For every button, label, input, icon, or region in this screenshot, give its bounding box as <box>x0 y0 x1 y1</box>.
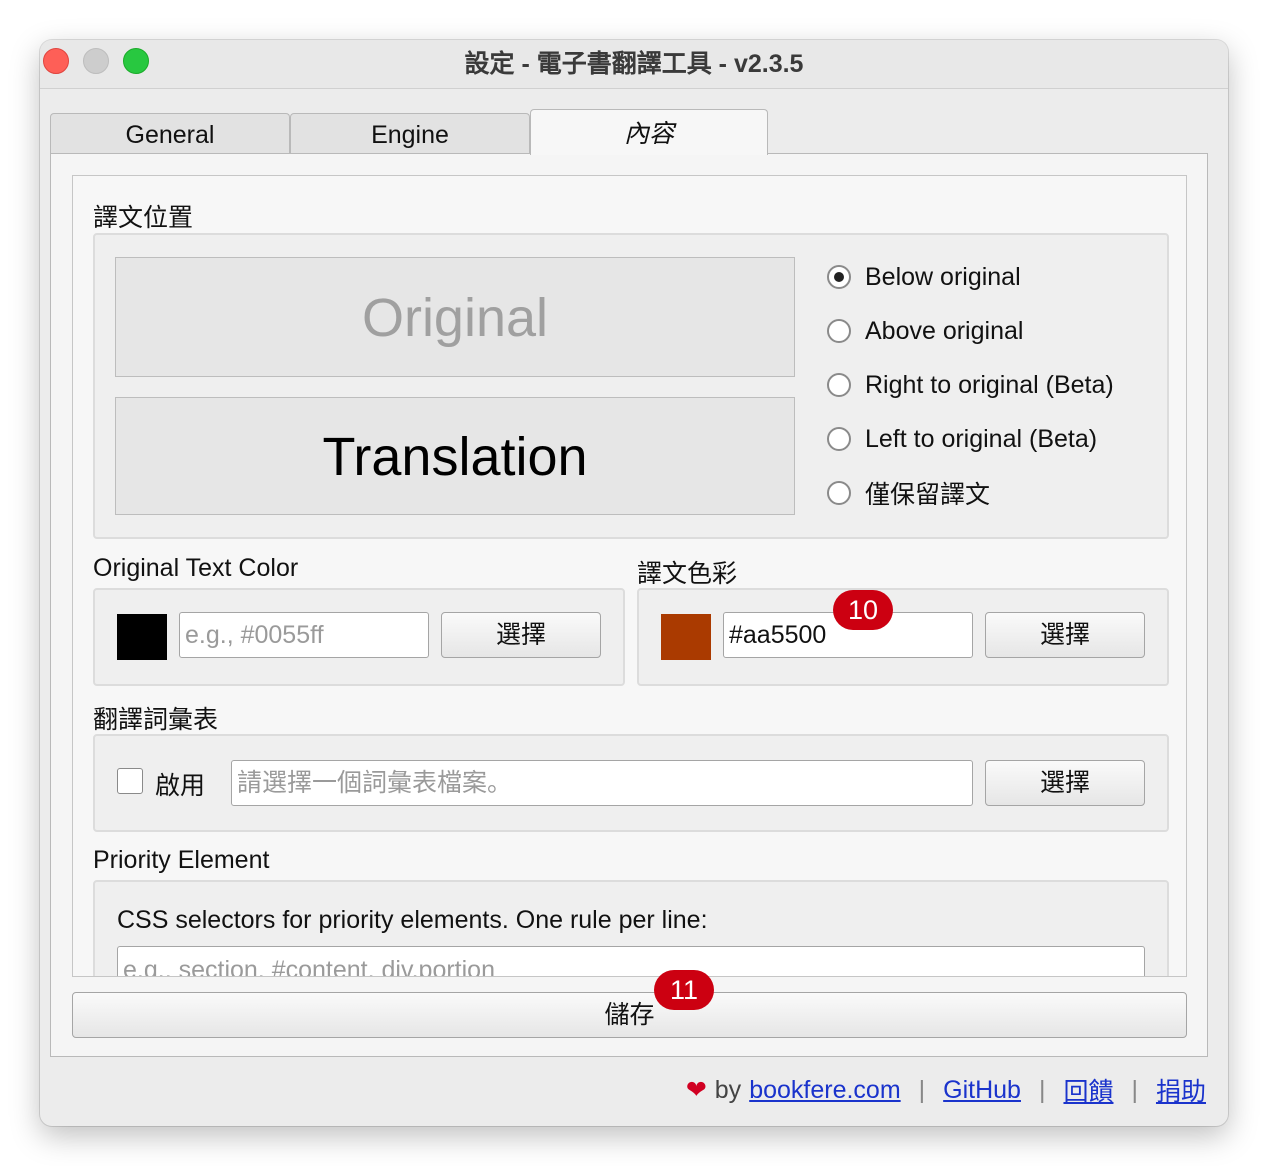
glossary-enable-label[interactable]: 啟用 <box>155 766 205 802</box>
priority-description: CSS selectors for priority elements. One… <box>117 906 708 934</box>
heart-icon: ❤ <box>685 1076 707 1104</box>
bookfere-link[interactable]: bookfere.com <box>749 1076 900 1105</box>
original-color-group: e.g., #0055ff 選擇 <box>93 588 625 686</box>
radio-label: Left to original (Beta) <box>865 424 1098 453</box>
radio-above-original[interactable]: Above original <box>827 311 1023 351</box>
glossary-select-button[interactable]: 選擇 <box>985 760 1145 806</box>
radio-label: Right to original (Beta) <box>865 370 1114 399</box>
priority-placeholder: e.g., section, #content, div.portion <box>123 956 495 977</box>
footer-by: by <box>714 1075 742 1104</box>
priority-selectors-textarea[interactable]: e.g., section, #content, div.portion <box>117 946 1145 977</box>
tab-pane: 譯文位置 Original Translation Below original… <box>50 153 1208 1057</box>
content-scroll-area[interactable]: 譯文位置 Original Translation Below original… <box>72 175 1187 977</box>
priority-group: CSS selectors for priority elements. One… <box>93 880 1169 977</box>
original-color-select-button[interactable]: 選擇 <box>441 612 601 658</box>
annotation-badge-10: 10 <box>833 590 893 630</box>
radio-button[interactable] <box>827 427 851 451</box>
footer-links: ❤ by bookfere.com | GitHub | 回饋 | 捐助 <box>686 1072 1206 1108</box>
window-title: 設定 - 電子書翻譯工具 - v2.3.5 <box>464 50 804 78</box>
preview-translation: Translation <box>115 397 795 515</box>
donate-link[interactable]: 捐助 <box>1156 1072 1206 1108</box>
original-color-input[interactable]: e.g., #0055ff <box>179 612 429 658</box>
original-color-swatch <box>117 614 167 660</box>
translation-color-swatch <box>661 614 711 660</box>
preview-original: Original <box>115 257 795 377</box>
position-group: Original Translation Below original Abov… <box>93 233 1169 539</box>
glossary-title: 翻譯詞彙表 <box>93 706 219 734</box>
radio-button-selected[interactable] <box>827 265 851 289</box>
glossary-file-input[interactable]: 請選擇一個詞彙表檔案。 <box>231 760 973 806</box>
radio-left-to-original[interactable]: Left to original (Beta) <box>827 419 1097 459</box>
radio-label: Above original <box>865 316 1024 345</box>
radio-below-original[interactable]: Below original <box>827 257 1021 297</box>
settings-window: 設定 - 電子書翻譯工具 - v2.3.5 General Engine 內容 … <box>40 40 1228 1126</box>
radio-button[interactable] <box>827 319 851 343</box>
radio-right-to-original[interactable]: Right to original (Beta) <box>827 365 1114 405</box>
translation-color-title: 譯文色彩 <box>637 560 738 588</box>
radio-button[interactable] <box>827 373 851 397</box>
tab-content[interactable]: 內容 <box>530 109 768 155</box>
position-section-title: 譯文位置 <box>93 204 194 232</box>
github-link[interactable]: GitHub <box>943 1076 1021 1105</box>
original-color-title: Original Text Color <box>93 554 299 582</box>
priority-title: Priority Element <box>93 846 270 874</box>
feedback-link[interactable]: 回饋 <box>1063 1072 1113 1108</box>
radio-label: 僅保留譯文 <box>865 481 991 509</box>
radio-translation-only[interactable]: 僅保留譯文 <box>827 473 990 513</box>
glossary-placeholder: 請選擇一個詞彙表檔案。 <box>237 769 513 797</box>
glossary-enable-checkbox[interactable] <box>117 768 143 794</box>
glossary-group: 啟用 請選擇一個詞彙表檔案。 選擇 <box>93 734 1169 832</box>
tab-engine[interactable]: Engine <box>290 113 530 153</box>
title-bar: 設定 - 電子書翻譯工具 - v2.3.5 <box>40 40 1228 89</box>
radio-button[interactable] <box>827 481 851 505</box>
translation-color-select-button[interactable]: 選擇 <box>985 612 1145 658</box>
footer-separator: | <box>1038 1075 1046 1104</box>
save-button[interactable]: 儲存 <box>72 992 1187 1038</box>
annotation-badge-11: 11 <box>654 970 714 1010</box>
radio-label: Below original <box>865 262 1021 291</box>
footer-separator: | <box>1131 1075 1138 1104</box>
footer-separator: | <box>918 1075 926 1104</box>
tab-general[interactable]: General <box>50 113 290 153</box>
original-color-placeholder: e.g., #0055ff <box>185 621 324 649</box>
translation-color-group: #aa5500 選擇 <box>637 588 1169 686</box>
